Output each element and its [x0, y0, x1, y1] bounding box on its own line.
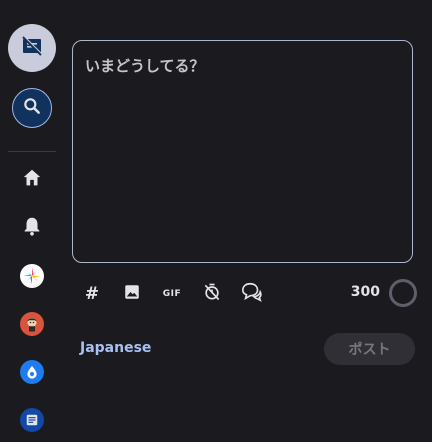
list-icon — [20, 408, 44, 432]
gif-button[interactable]: GIF — [158, 280, 186, 308]
compose-input[interactable] — [85, 55, 395, 245]
quote-button[interactable] — [238, 280, 266, 308]
hashtag-button[interactable]: # — [78, 280, 106, 308]
character-count: 300 — [350, 284, 380, 300]
timer-button[interactable] — [198, 280, 226, 308]
sidebar-item-feed-2[interactable] — [16, 308, 48, 340]
search-icon — [22, 96, 42, 120]
timer-off-icon — [202, 282, 222, 306]
sidebar — [0, 0, 64, 442]
bell-icon — [21, 215, 43, 241]
character-count-ring — [389, 279, 417, 307]
search-button[interactable] — [12, 88, 52, 128]
sidebar-item-feed-3[interactable] — [16, 356, 48, 388]
character-avatar-icon — [20, 312, 44, 336]
speech-bubbles-icon — [240, 281, 264, 307]
compose-box — [72, 40, 413, 263]
sidebar-item-notifications[interactable] — [16, 212, 48, 244]
sidebar-item-home[interactable] — [16, 164, 48, 196]
gif-icon: GIF — [162, 289, 182, 299]
compose-toggle-button[interactable] — [8, 24, 56, 72]
sidebar-item-feed-4[interactable] — [16, 404, 48, 436]
image-icon — [123, 283, 141, 305]
language-selector[interactable]: Japanese — [80, 340, 151, 356]
drop-icon — [20, 360, 44, 384]
compose-off-icon — [20, 34, 44, 62]
post-button[interactable]: ポスト — [324, 333, 415, 365]
colorful-star-icon — [20, 264, 44, 288]
sidebar-divider — [8, 151, 56, 152]
home-icon — [21, 167, 43, 193]
hashtag-icon: # — [84, 284, 100, 304]
image-button[interactable] — [118, 280, 146, 308]
sidebar-item-feed-1[interactable] — [16, 260, 48, 292]
